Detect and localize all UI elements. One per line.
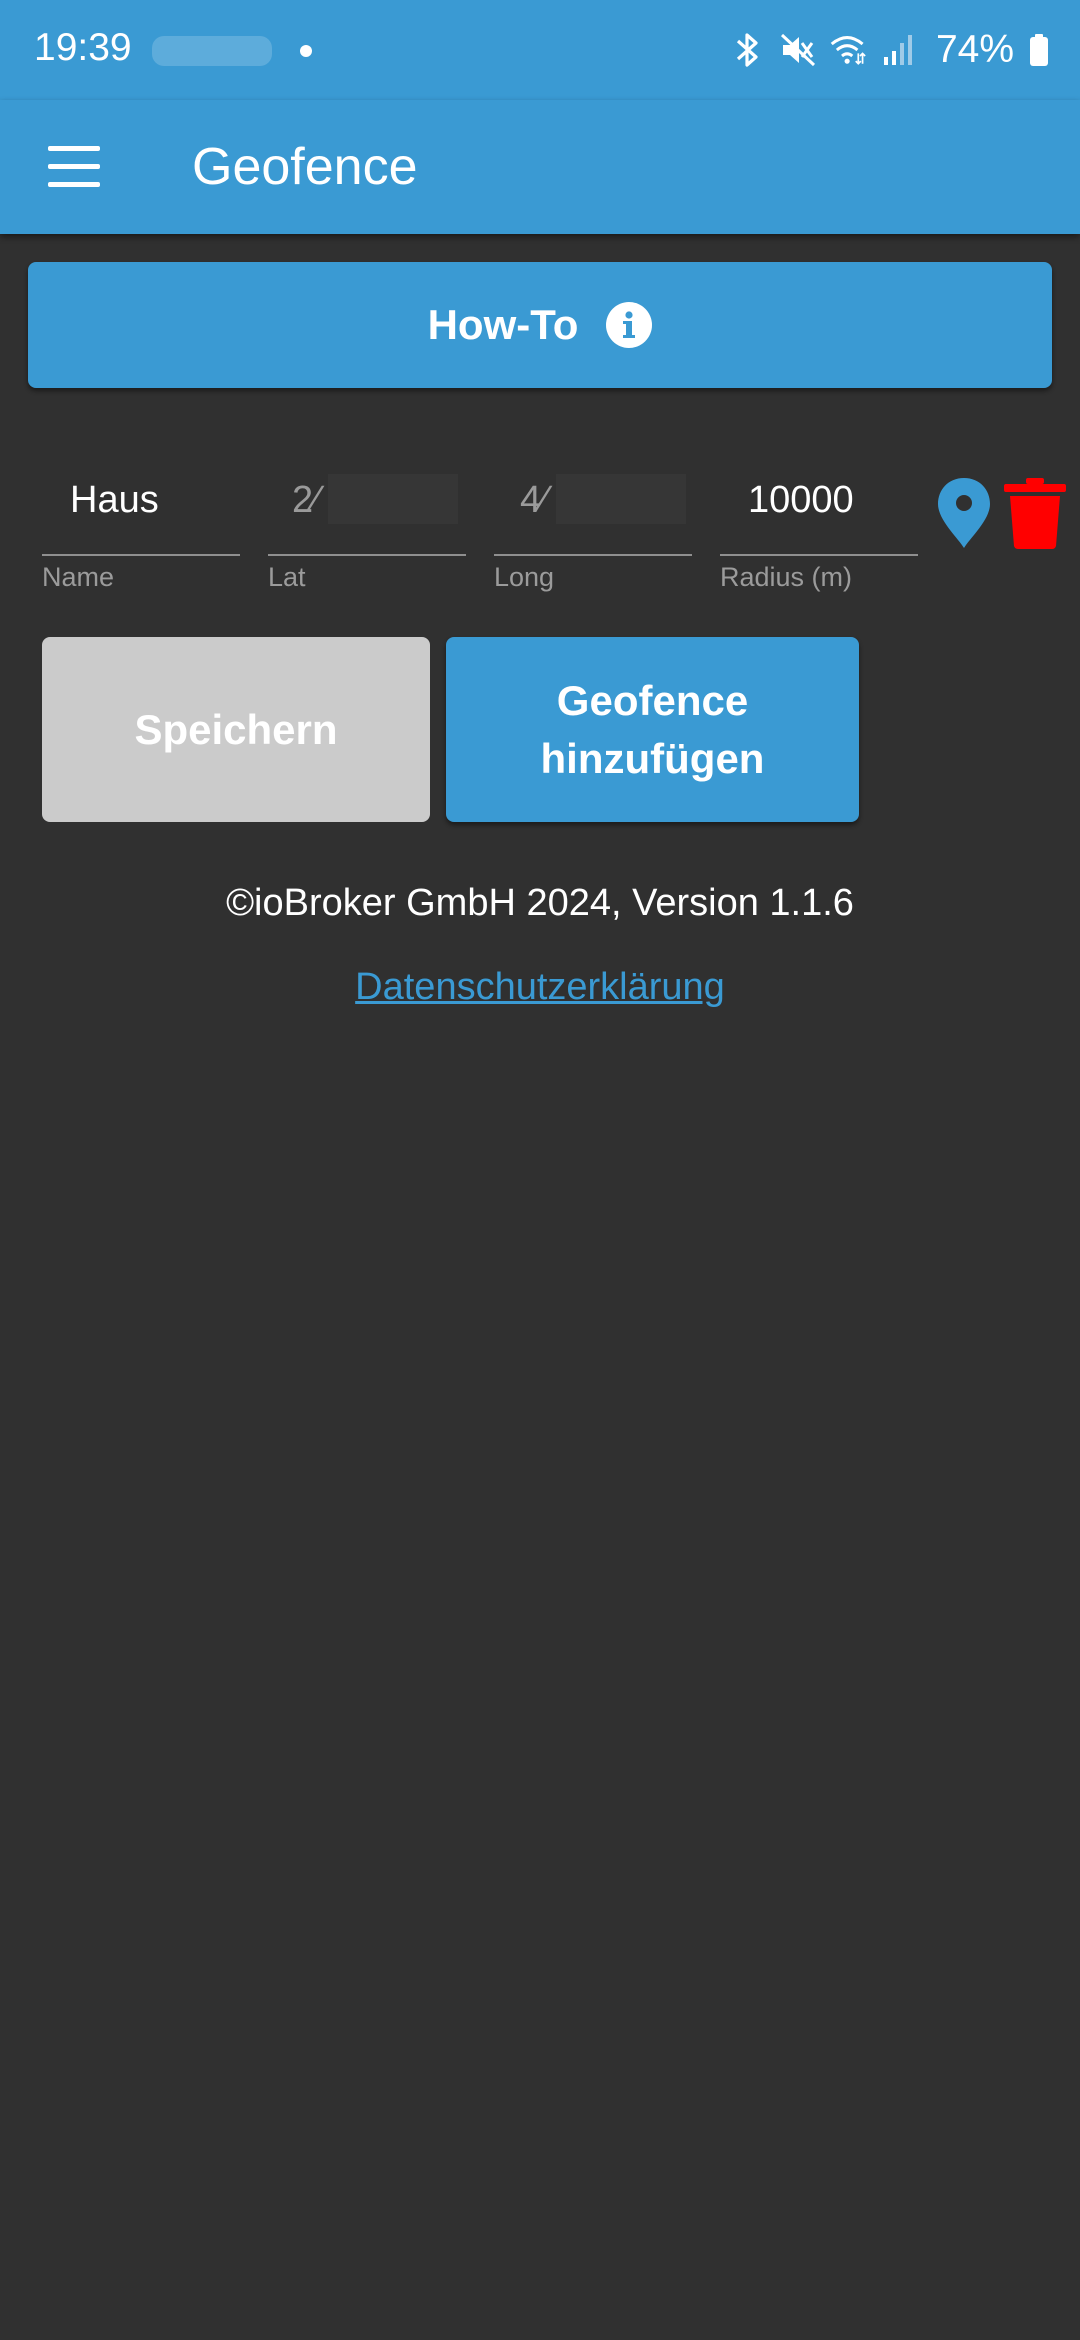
long-field[interactable]: 4⁄ Long — [494, 452, 692, 592]
bluetooth-icon — [730, 30, 766, 70]
radius-underline — [720, 554, 918, 556]
howto-button-label: How-To — [427, 301, 579, 348]
menu-icon[interactable] — [38, 136, 110, 198]
lat-redacted — [328, 474, 458, 524]
info-icon — [606, 302, 653, 348]
lat-field[interactable]: 2⁄ Lat — [268, 452, 466, 592]
signal-icon — [880, 30, 916, 70]
long-redacted — [556, 474, 686, 524]
trash-icon[interactable] — [1002, 476, 1068, 550]
long-label: Long — [494, 562, 555, 592]
radius-label: Radius (m) — [720, 562, 853, 592]
name-field[interactable]: Haus Name — [42, 452, 240, 592]
lat-underline — [268, 554, 466, 556]
lat-label: Lat — [268, 562, 306, 592]
name-underline — [42, 554, 240, 556]
battery-icon — [1028, 30, 1050, 70]
status-bar: 19:39 74% — [0, 0, 1080, 100]
wifi-icon — [830, 30, 866, 70]
status-notification-icons — [152, 36, 272, 66]
battery-percent: 74% — [935, 28, 1014, 71]
status-icons: 74% — [730, 24, 1050, 76]
add-geofence-button[interactable]: Geofence hinzufügen — [446, 637, 859, 822]
privacy-link[interactable]: Datenschutzerklärung — [0, 966, 1080, 1009]
copyright-text: ©ioBroker GmbH 2024, Version 1.1.6 — [226, 882, 854, 924]
howto-button[interactable]: How-To — [28, 262, 1052, 388]
location-pin-icon[interactable] — [934, 476, 994, 550]
page-title: Geofence — [192, 138, 418, 196]
mute-icon — [780, 30, 816, 70]
status-time: 19:39 — [34, 26, 132, 69]
long-underline — [494, 554, 692, 556]
radius-input[interactable]: 10000 — [720, 470, 918, 530]
name-input[interactable]: Haus — [42, 470, 240, 530]
name-label: Name — [42, 562, 115, 592]
save-button[interactable]: Speichern — [42, 637, 430, 822]
notification-dot-icon — [300, 45, 312, 57]
app-bar: Geofence — [0, 100, 1080, 234]
radius-field[interactable]: 10000 Radius (m) — [720, 452, 918, 592]
